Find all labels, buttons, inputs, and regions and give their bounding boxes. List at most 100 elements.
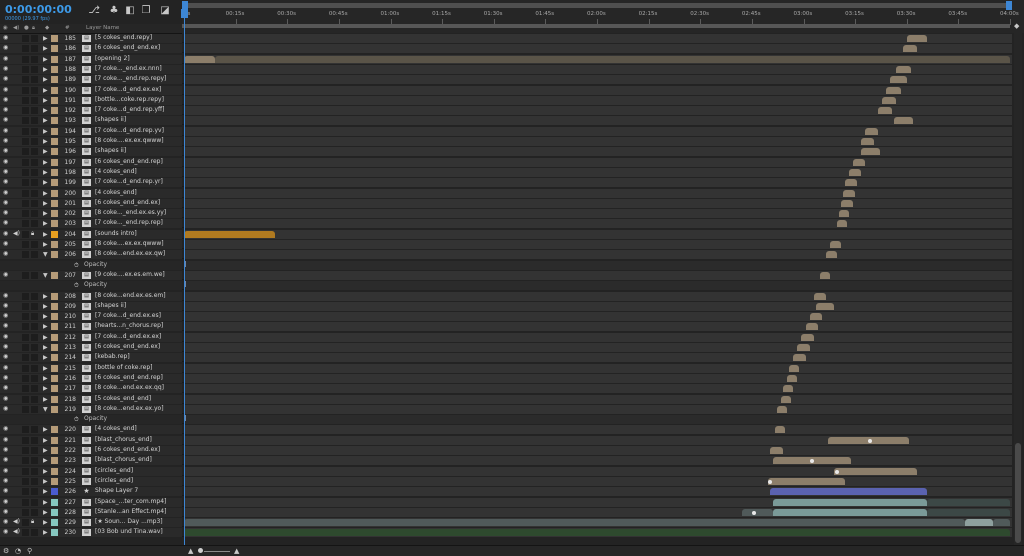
- label-color-swatch[interactable]: [51, 65, 58, 73]
- layer-name[interactable]: [7 coke...d_end.rep.yff]: [95, 106, 165, 114]
- layer-name[interactable]: [bottle...coke.rep.repy]: [95, 96, 164, 104]
- layer-duration-bar[interactable]: [853, 158, 866, 166]
- label-color-swatch[interactable]: [51, 168, 58, 176]
- lock-switch[interactable]: [31, 271, 38, 279]
- layer-duration-bar[interactable]: [797, 344, 810, 351]
- expand-toggle-icon[interactable]: ▶: [43, 56, 48, 63]
- layer-track[interactable]: [184, 332, 1012, 342]
- visibility-eye-icon[interactable]: ◉: [3, 230, 10, 237]
- layer-duration-bar[interactable]: [805, 323, 818, 331]
- layer-row[interactable]: ◉ ▶ 213 ▤ [6 cokes_end_end.ex]: [0, 343, 1012, 352]
- layer-duration-bar[interactable]: [782, 385, 794, 393]
- visibility-eye-icon[interactable]: ◉: [3, 292, 10, 299]
- layer-name[interactable]: [shapes ii]: [95, 116, 126, 124]
- lock-switch[interactable]: [31, 35, 38, 42]
- lock-switch[interactable]: [31, 292, 38, 300]
- layer-row[interactable]: ◉ ▶ 212 ▤ [7 coke...d_end.ex.ex]: [0, 332, 1012, 342]
- layer-name[interactable]: [bottle of coke.rep]: [95, 364, 153, 372]
- label-color-swatch[interactable]: [51, 333, 58, 341]
- lock-switch[interactable]: [31, 405, 38, 413]
- lock-switch[interactable]: [31, 210, 38, 218]
- layer-row[interactable]: ◉ ▶ 198 ▤ [4 cokes_end]: [0, 167, 1012, 177]
- visibility-eye-icon[interactable]: ◉: [3, 148, 10, 154]
- layer-name[interactable]: [8 coke..._end.ex.es.yy]: [95, 209, 166, 217]
- layer-track[interactable]: [184, 281, 1012, 291]
- label-color-swatch[interactable]: [51, 395, 58, 403]
- solo-switch[interactable]: [22, 426, 29, 434]
- expand-toggle-icon[interactable]: ▶: [43, 35, 48, 42]
- visibility-eye-icon[interactable]: ◉: [3, 117, 10, 123]
- layer-duration-bar[interactable]: [896, 65, 911, 73]
- toggle-timing-icon[interactable]: ⚲: [27, 547, 32, 555]
- layer-duration-bar[interactable]: [964, 519, 994, 527]
- time-navigator[interactable]: [184, 3, 1010, 8]
- layer-duration-bar[interactable]: [877, 107, 893, 115]
- expand-toggle-icon[interactable]: ▶: [43, 334, 48, 341]
- lock-icon[interactable]: 🔒︎: [31, 519, 38, 525]
- visibility-eye-icon[interactable]: ◉: [3, 457, 10, 463]
- visibility-eye-icon[interactable]: ◉: [3, 374, 10, 381]
- solo-switch[interactable]: [22, 354, 29, 362]
- layer-duration-bar[interactable]: [886, 86, 901, 94]
- layer-row[interactable]: ◉ ▶ 199 ▤ [7 coke...d_end.rep.yr]: [0, 178, 1012, 188]
- layer-duration-bar[interactable]: [774, 426, 785, 434]
- lock-switch[interactable]: [31, 107, 38, 115]
- layer-name[interactable]: [★ Soun... Day ...mp3]: [95, 518, 163, 526]
- layer-track[interactable]: [184, 157, 1012, 167]
- expand-toggle-icon[interactable]: ▶: [43, 45, 48, 52]
- solo-switch[interactable]: [22, 76, 29, 84]
- layer-duration-bar[interactable]: [844, 179, 858, 187]
- visibility-eye-icon[interactable]: ◉: [3, 436, 10, 443]
- layer-duration-bar[interactable]: [772, 508, 928, 516]
- solo-switch[interactable]: [22, 405, 29, 413]
- layer-track[interactable]: [184, 322, 1012, 332]
- layer-row[interactable]: ◉ ▶ 200 ▤ [4 cokes_end]: [0, 188, 1012, 198]
- layer-name[interactable]: [4 cokes_end]: [95, 425, 137, 433]
- expand-toggle-icon[interactable]: ▶: [43, 76, 48, 83]
- layer-track[interactable]: [184, 270, 1012, 280]
- layer-row[interactable]: ◉ ▶ 188 ▤ [7 coke..._end.ex.nnn]: [0, 64, 1012, 74]
- frame-blending-icon[interactable]: ❐: [140, 5, 152, 17]
- label-color-swatch[interactable]: [51, 230, 58, 238]
- zoom-out-icon[interactable]: ▲: [188, 547, 193, 555]
- expand-toggle-icon[interactable]: ▶: [43, 220, 48, 227]
- layer-row[interactable]: ◉ ▶ 220 ▤ [4 cokes_end]: [0, 425, 1012, 435]
- visibility-eye-icon[interactable]: ◉: [3, 127, 10, 134]
- label-color-swatch[interactable]: [51, 138, 58, 145]
- layer-name[interactable]: [7 coke...d_end.ex.es]: [95, 312, 161, 320]
- lock-switch[interactable]: [31, 138, 38, 145]
- lock-switch[interactable]: [31, 436, 38, 444]
- visibility-eye-icon[interactable]: ◉: [3, 168, 10, 175]
- visibility-eye-icon[interactable]: ◉: [3, 323, 10, 329]
- lock-switch[interactable]: [31, 86, 38, 94]
- layer-row[interactable]: ◉ ◀) 🔒︎ ▶ 204 ▤ [sounds intro]: [0, 229, 1012, 239]
- label-color-swatch[interactable]: [51, 96, 58, 104]
- lock-switch[interactable]: [31, 374, 38, 382]
- layer-name[interactable]: [shapes ii]: [95, 302, 126, 310]
- label-color-swatch[interactable]: [51, 302, 58, 310]
- solo-switch[interactable]: [22, 241, 29, 248]
- solo-switch[interactable]: [22, 477, 29, 485]
- solo-switch[interactable]: [22, 508, 29, 516]
- stopwatch-icon[interactable]: ⏱: [74, 262, 79, 269]
- layer-track[interactable]: [184, 209, 1012, 219]
- lock-switch[interactable]: [31, 323, 38, 331]
- label-color-swatch[interactable]: [51, 158, 58, 166]
- expand-toggle-icon[interactable]: ▶: [43, 488, 48, 495]
- layer-name[interactable]: [4 cokes_end]: [95, 168, 137, 176]
- solo-switch[interactable]: [22, 168, 29, 176]
- layer-row[interactable]: ◉ ▶ 185 ▤ [5 cokes_end.repy]: [0, 34, 1012, 43]
- layer-track[interactable]: [184, 312, 1012, 322]
- label-color-swatch[interactable]: [51, 35, 58, 42]
- number-column-header[interactable]: #: [65, 25, 70, 31]
- expand-toggle-icon[interactable]: ▶: [43, 468, 48, 475]
- layer-track[interactable]: [184, 229, 1012, 239]
- layer-duration-bar[interactable]: [902, 45, 918, 53]
- visibility-eye-icon[interactable]: ◉: [3, 158, 10, 165]
- layer-name[interactable]: [7 coke...d_end.ex.ex]: [95, 333, 161, 341]
- layer-duration-bar[interactable]: [184, 230, 275, 238]
- layer-track[interactable]: [184, 44, 1012, 54]
- layer-row[interactable]: ◉ ▶ 190 ▤ [7 coke...d_end.ex.ex]: [0, 85, 1012, 95]
- lock-switch[interactable]: [31, 457, 38, 465]
- visibility-eye-icon[interactable]: ◉: [3, 467, 10, 474]
